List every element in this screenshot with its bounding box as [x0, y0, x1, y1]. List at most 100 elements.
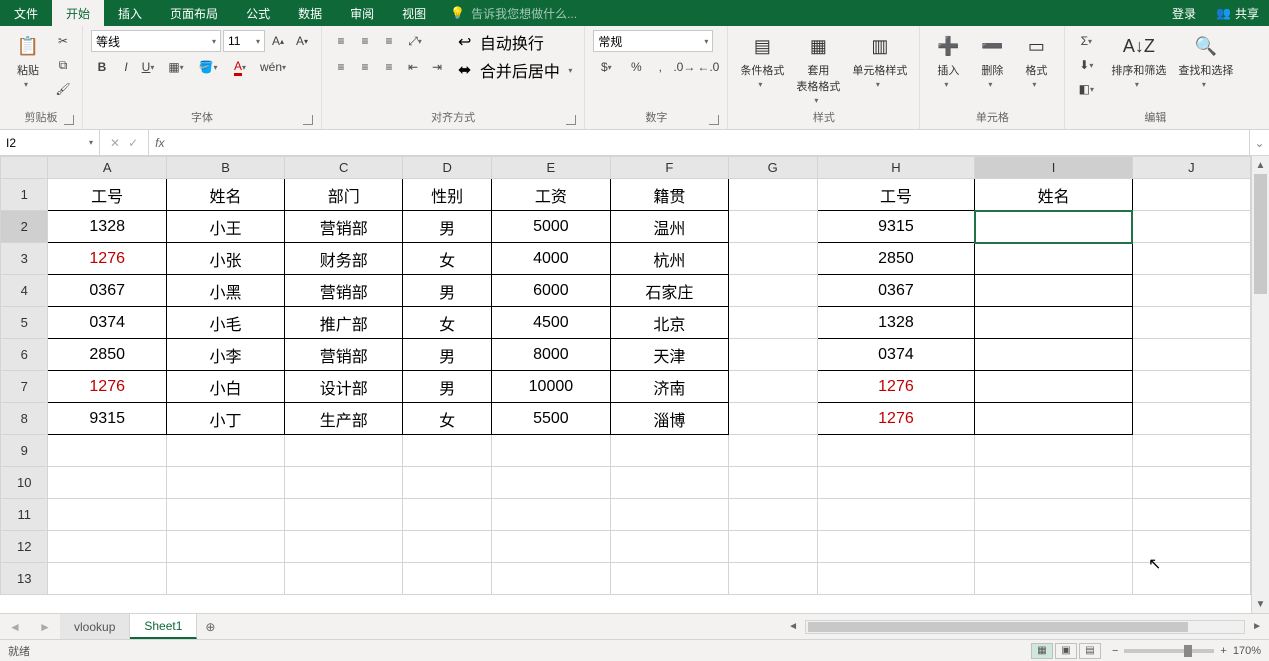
clear-button[interactable]: ◧▾ [1073, 78, 1103, 100]
format-cells-button[interactable]: ▭格式▾ [1016, 30, 1056, 91]
dialog-launcher-icon[interactable] [566, 115, 576, 125]
cell-D8[interactable]: 女 [403, 403, 492, 435]
cell-F8[interactable]: 淄博 [610, 403, 728, 435]
cell-I5[interactable] [975, 307, 1133, 339]
cell-F12[interactable] [610, 531, 728, 563]
cell-C6[interactable]: 营销部 [285, 339, 403, 371]
tab-review[interactable]: 审阅 [336, 0, 388, 26]
zoom-level[interactable]: 170% [1233, 645, 1261, 657]
add-sheet-button[interactable]: ⊕ [197, 620, 223, 634]
cell-I6[interactable] [975, 339, 1133, 371]
cell-G1[interactable] [728, 179, 817, 211]
cell-A1[interactable]: 工号 [48, 179, 167, 211]
format-painter-button[interactable]: 🖌 [52, 78, 74, 100]
row-header[interactable]: 3 [1, 243, 48, 275]
cell-C12[interactable] [285, 531, 403, 563]
cell-F7[interactable]: 济南 [610, 371, 728, 403]
name-box[interactable]: I2▾ [0, 130, 100, 155]
cell-F13[interactable] [610, 563, 728, 595]
cell-J11[interactable] [1132, 499, 1250, 531]
cell-A7[interactable]: 1276 [48, 371, 167, 403]
cell-B8[interactable]: 小丁 [166, 403, 284, 435]
normal-view-button[interactable]: ▦ [1031, 643, 1053, 659]
conditional-format-button[interactable]: ▤条件格式▾ [736, 30, 788, 91]
cell-I1[interactable]: 姓名 [975, 179, 1133, 211]
page-layout-view-button[interactable]: ▣ [1055, 643, 1077, 659]
row-header[interactable]: 12 [1, 531, 48, 563]
cell-E4[interactable]: 6000 [492, 275, 611, 307]
cell-C11[interactable] [285, 499, 403, 531]
cell-B9[interactable] [166, 435, 284, 467]
align-middle-button[interactable]: ≡ [354, 30, 376, 52]
delete-cells-button[interactable]: ➖删除▾ [972, 30, 1012, 91]
cell-E9[interactable] [492, 435, 611, 467]
scroll-right-icon[interactable]: ► [1249, 621, 1265, 632]
cut-button[interactable]: ✂ [52, 30, 74, 52]
scroll-left-icon[interactable]: ◄ [785, 621, 801, 632]
cell-E8[interactable]: 5500 [492, 403, 611, 435]
cell-D9[interactable] [403, 435, 492, 467]
insert-cells-button[interactable]: ➕插入▾ [928, 30, 968, 91]
cell-J12[interactable] [1132, 531, 1250, 563]
cell-A5[interactable]: 0374 [48, 307, 167, 339]
cell-E2[interactable]: 5000 [492, 211, 611, 243]
accounting-format-button[interactable]: $▾ [593, 56, 623, 78]
cell-B5[interactable]: 小毛 [166, 307, 284, 339]
cell-J4[interactable] [1132, 275, 1250, 307]
cell-E5[interactable]: 4500 [492, 307, 611, 339]
page-break-view-button[interactable]: ▤ [1079, 643, 1101, 659]
tab-insert[interactable]: 插入 [104, 0, 156, 26]
cell-J10[interactable] [1132, 467, 1250, 499]
cell-D10[interactable] [403, 467, 492, 499]
cell-A4[interactable]: 0367 [48, 275, 167, 307]
cell-styles-button[interactable]: ▥单元格样式▾ [848, 30, 911, 91]
cell-A11[interactable] [48, 499, 167, 531]
cell-J2[interactable] [1132, 211, 1250, 243]
sheet-tab-sheet1[interactable]: Sheet1 [130, 614, 197, 639]
phonetic-button[interactable]: wén▾ [259, 56, 289, 78]
cell-C8[interactable]: 生产部 [285, 403, 403, 435]
cell-J8[interactable] [1132, 403, 1250, 435]
cell-I9[interactable] [975, 435, 1133, 467]
cell-I2[interactable] [975, 211, 1133, 243]
align-bottom-button[interactable]: ≡ [378, 30, 400, 52]
border-button[interactable]: ▦▾ [163, 56, 193, 78]
cell-A9[interactable] [48, 435, 167, 467]
cell-H13[interactable] [817, 563, 975, 595]
number-format-select[interactable]: 常规▾ [593, 30, 713, 52]
cell-C3[interactable]: 财务部 [285, 243, 403, 275]
cell-B6[interactable]: 小李 [166, 339, 284, 371]
cell-E12[interactable] [492, 531, 611, 563]
cell-D6[interactable]: 男 [403, 339, 492, 371]
cell-C2[interactable]: 营销部 [285, 211, 403, 243]
zoom-in-button[interactable]: + [1220, 645, 1226, 657]
decrease-font-button[interactable]: A▾ [291, 30, 313, 52]
tab-formula[interactable]: 公式 [232, 0, 284, 26]
italic-button[interactable]: I [115, 56, 137, 78]
cell-H8[interactable]: 1276 [817, 403, 975, 435]
cell-G10[interactable] [728, 467, 817, 499]
cell-H10[interactable] [817, 467, 975, 499]
cell-J1[interactable] [1132, 179, 1250, 211]
cell-C7[interactable]: 设计部 [285, 371, 403, 403]
column-header-G[interactable]: G [728, 157, 817, 179]
increase-decimal-button[interactable]: .0→ [673, 56, 695, 78]
cell-A13[interactable] [48, 563, 167, 595]
cell-B13[interactable] [166, 563, 284, 595]
share-button[interactable]: 👥 共享 [1206, 5, 1269, 22]
cell-G3[interactable] [728, 243, 817, 275]
cell-C10[interactable] [285, 467, 403, 499]
zoom-slider[interactable] [1124, 649, 1214, 653]
decrease-indent-button[interactable]: ⇤ [402, 56, 424, 78]
row-header[interactable]: 2 [1, 211, 48, 243]
cell-H6[interactable]: 0374 [817, 339, 975, 371]
align-right-button[interactable]: ≡ [378, 56, 400, 78]
cell-I10[interactable] [975, 467, 1133, 499]
cell-F1[interactable]: 籍贯 [610, 179, 728, 211]
fx-icon[interactable]: fx [149, 136, 170, 150]
column-header-I[interactable]: I [975, 157, 1133, 179]
cell-E10[interactable] [492, 467, 611, 499]
row-header[interactable]: 10 [1, 467, 48, 499]
cell-G13[interactable] [728, 563, 817, 595]
cell-G11[interactable] [728, 499, 817, 531]
